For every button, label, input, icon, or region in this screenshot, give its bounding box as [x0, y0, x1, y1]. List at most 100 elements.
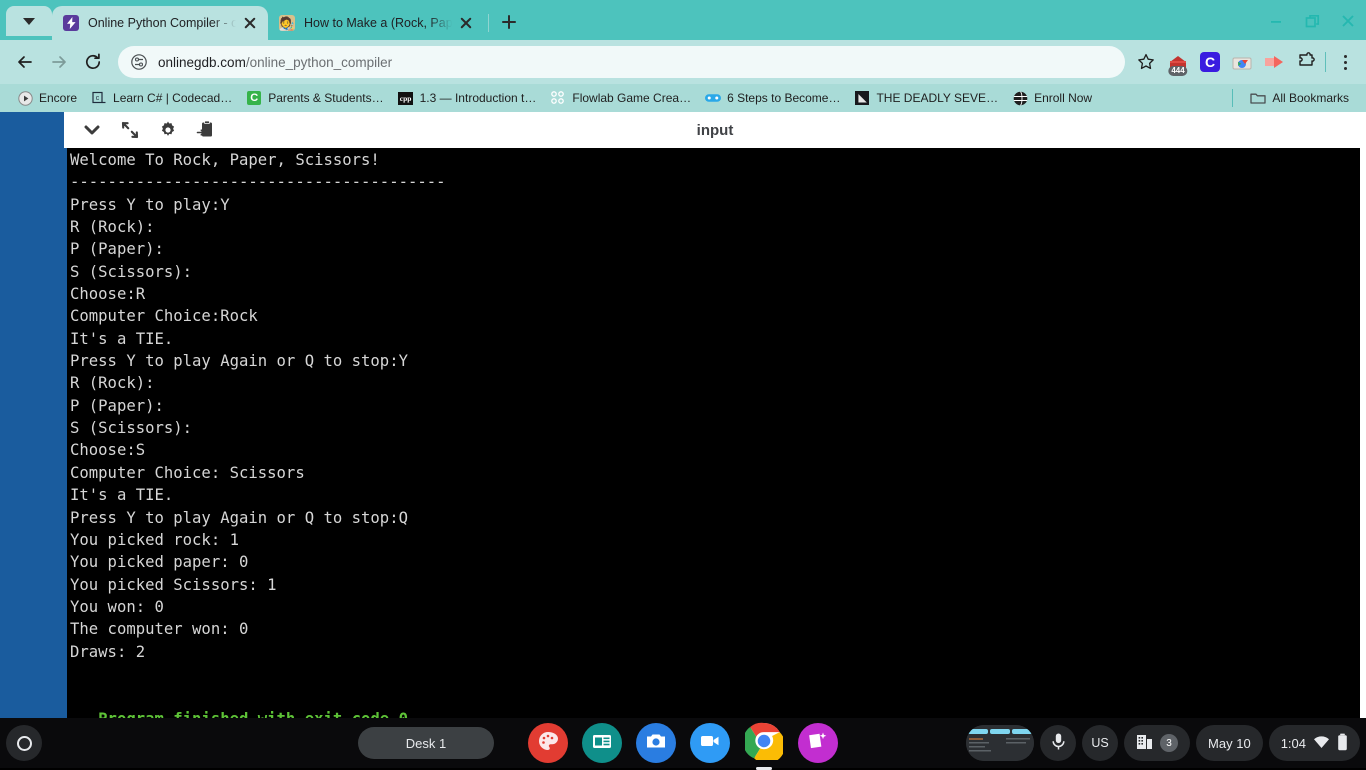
window-count-badge: 3: [1160, 734, 1178, 752]
keyboard-layout-label: US: [1091, 736, 1108, 750]
address-bar[interactable]: onlinegdb.com/online_python_compiler: [118, 46, 1125, 78]
navigation-toolbar: onlinegdb.com/online_python_compiler 444…: [0, 40, 1366, 84]
paste-button[interactable]: [188, 115, 224, 145]
terminal-line: Choose:S: [67, 439, 1360, 461]
address-bar-text: onlinegdb.com/online_python_compiler: [158, 55, 392, 70]
globe-icon: [1012, 90, 1028, 106]
terminal-line: R (Rock):: [67, 372, 1360, 394]
time-label: 1:04: [1281, 736, 1306, 751]
chevron-down-icon: [23, 18, 35, 25]
all-bookmarks-label: All Bookmarks: [1272, 91, 1349, 105]
canvas-icon: C: [246, 90, 262, 106]
forward-button: [42, 45, 76, 79]
maximize-icon[interactable]: [1294, 8, 1330, 34]
shrink-button[interactable]: [112, 115, 148, 145]
terminal-line: Press Y to play:Y: [67, 194, 1360, 216]
all-bookmarks-button[interactable]: All Bookmarks: [1243, 87, 1356, 109]
tab-how-to-make-rock-paper-scissors[interactable]: 🧑‍🎨 How to Make a (Rock, Paper, Sc: [268, 6, 484, 40]
deadly-icon: ◣: [854, 90, 870, 106]
bookmark-learn-csharp[interactable]: c Learn C# | Codecad…: [84, 87, 239, 109]
terminal-line: You picked rock: 1: [67, 529, 1360, 551]
extension-icons: 444 C: [1161, 49, 1319, 75]
tab-separator: [488, 14, 489, 32]
dock-item-camera[interactable]: [636, 723, 676, 763]
tab-strip: Online Python Compiler - online 🧑‍🎨 How …: [0, 0, 1366, 40]
bookmark-star-icon[interactable]: [1131, 47, 1161, 77]
desk-switcher-button[interactable]: Desk 1: [358, 727, 494, 759]
dock-item-meet[interactable]: [690, 723, 730, 763]
dock-item-chrome[interactable]: [744, 723, 784, 763]
dock-item-news[interactable]: [582, 723, 622, 763]
bookmark-parents-students[interactable]: C Parents & Students…: [239, 87, 390, 109]
terminal-line: You picked paper: 0: [67, 551, 1360, 573]
microphone-icon: [1050, 732, 1067, 754]
bookmark-label: Enroll Now: [1034, 91, 1092, 105]
terminal-output[interactable]: Welcome To Rock, Paper, Scissors!-------…: [64, 148, 1360, 718]
terminal-line: Draws: 2: [67, 641, 1360, 663]
c-extension-icon[interactable]: C: [1197, 49, 1223, 75]
video-extension-icon[interactable]: [1261, 49, 1287, 75]
chrome-store-extension-icon[interactable]: [1229, 49, 1255, 75]
dock-item-photos[interactable]: [798, 723, 838, 763]
bookmark-6-steps[interactable]: 6 Steps to Become…: [698, 87, 847, 109]
terminal-line: Computer Choice: Scissors: [67, 462, 1360, 484]
terminal-line: Press Y to play Again or Q to stop:Y: [67, 350, 1360, 372]
terminal-line: It's a TIE.: [67, 328, 1360, 350]
terminal-line: ...Program finished with exit code 0: [67, 708, 1360, 718]
cpp-icon: cpp: [398, 90, 414, 106]
svg-text:c: c: [95, 95, 99, 102]
reload-button[interactable]: [76, 45, 110, 79]
microphone-button[interactable]: [1040, 725, 1076, 761]
adblock-extension-icon[interactable]: 444: [1165, 49, 1191, 75]
date-button[interactable]: May 10: [1196, 725, 1263, 761]
dock-item-art[interactable]: [528, 723, 568, 763]
panel-toolbar: [64, 112, 1366, 148]
bookmark-label: 6 Steps to Become…: [727, 91, 840, 105]
close-icon[interactable]: [456, 13, 476, 33]
photo-magic-icon: [807, 730, 829, 757]
terminal-line: [67, 685, 1360, 707]
tab-title: Online Python Compiler - online: [88, 16, 236, 30]
close-icon[interactable]: [240, 13, 260, 33]
bookmark-deadly-seven[interactable]: ◣ THE DEADLY SEVE…: [847, 87, 1005, 109]
launcher-button[interactable]: [6, 725, 42, 761]
tab-online-python-compiler[interactable]: Online Python Compiler - online: [52, 6, 268, 40]
extension-badge: 444: [1168, 66, 1187, 76]
chrome-icon: [745, 722, 783, 765]
bookmarks-bar: Encore c Learn C# | Codecad… C Parents &…: [0, 84, 1366, 112]
folder-icon: [1250, 90, 1266, 106]
settings-button[interactable]: [150, 115, 186, 145]
bookmark-encore[interactable]: Encore: [10, 87, 84, 109]
status-area-button[interactable]: 1:04: [1269, 725, 1360, 761]
page-content: input Welcome To Rock, Paper, Scissors!-…: [0, 112, 1366, 718]
site-settings-icon[interactable]: [130, 53, 148, 71]
terminal-line: P (Paper):: [67, 395, 1360, 417]
window-overview-button[interactable]: 3: [1124, 725, 1190, 761]
bookmark-flowlab[interactable]: Flowlab Game Crea…: [543, 87, 698, 109]
date-label: May 10: [1208, 736, 1251, 751]
bookmarks-divider: [1232, 89, 1233, 107]
new-tab-button[interactable]: [495, 8, 523, 36]
bookmark-enroll-now[interactable]: Enroll Now: [1005, 87, 1099, 109]
all-bookmarks-area: All Bookmarks: [1232, 87, 1356, 109]
keyboard-layout-button[interactable]: US: [1082, 725, 1118, 761]
terminal-line: It's a TIE.: [67, 484, 1360, 506]
puzzle-extension-icon[interactable]: [1293, 49, 1319, 75]
terminal-line: Choose:R: [67, 283, 1360, 305]
bookmark-introduction[interactable]: cpp 1.3 — Introduction t…: [391, 87, 544, 109]
close-window-icon[interactable]: [1330, 8, 1366, 34]
kebab-menu-icon[interactable]: [1332, 49, 1358, 75]
site-left-rail: [0, 112, 64, 718]
collapse-chevron-button[interactable]: [74, 115, 110, 145]
app-dock: [528, 723, 838, 763]
terminal-line: [67, 663, 1360, 685]
wifi-icon: [1313, 735, 1330, 752]
screen-capture-thumbnail[interactable]: [966, 725, 1034, 761]
back-button[interactable]: [8, 45, 42, 79]
tab-search-button[interactable]: [6, 6, 52, 36]
article-favicon: 🧑‍🎨: [279, 15, 295, 31]
system-shelf: Desk 1: [0, 718, 1366, 768]
url-domain: onlinegdb.com: [158, 55, 246, 70]
terminal-line: P (Paper):: [67, 238, 1360, 260]
minimize-icon[interactable]: [1258, 8, 1294, 34]
